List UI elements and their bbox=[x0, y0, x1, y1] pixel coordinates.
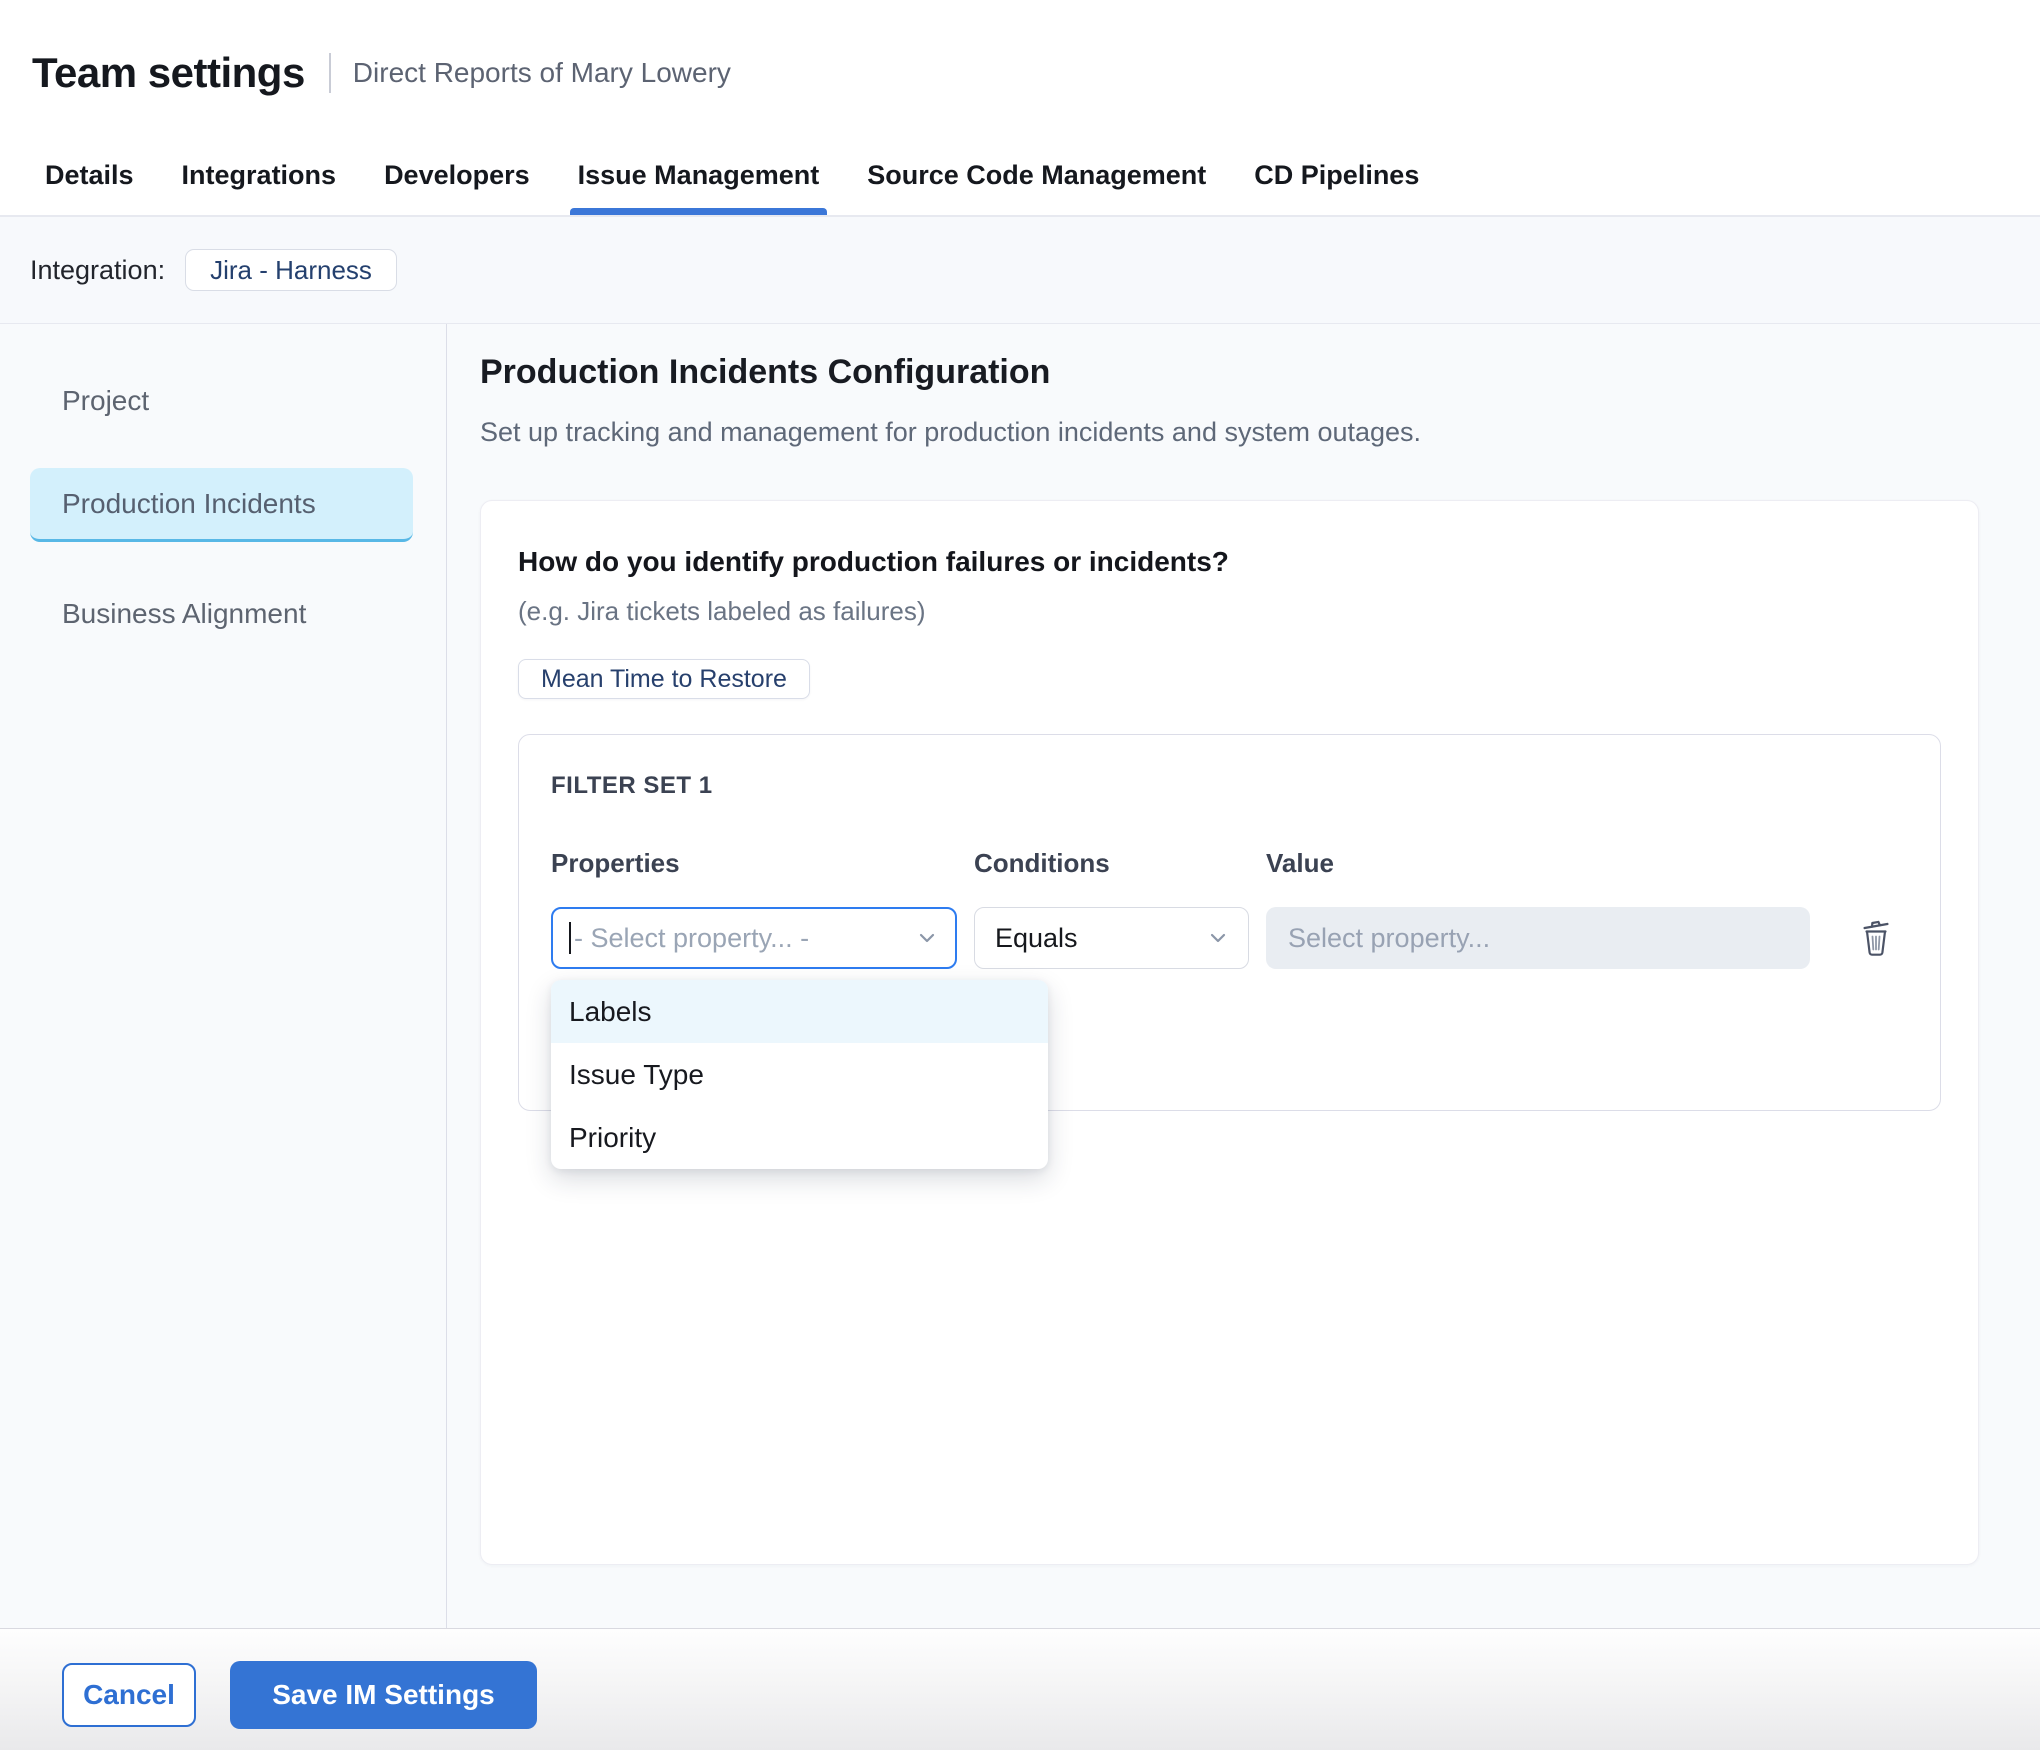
main-panel: Production Incidents Configuration Set u… bbox=[447, 324, 2040, 1628]
tab-developers[interactable]: Developers bbox=[384, 135, 530, 215]
filter-set-1: FILTER SET 1 Properties Conditions Value… bbox=[518, 734, 1941, 1111]
delete-filter-button[interactable] bbox=[1858, 917, 1894, 959]
property-dropdown: Labels Issue Type Priority bbox=[551, 980, 1048, 1169]
tab-integrations[interactable]: Integrations bbox=[182, 135, 337, 215]
tab-source-code-management[interactable]: Source Code Management bbox=[867, 135, 1206, 215]
condition-select[interactable]: Equals bbox=[974, 907, 1249, 969]
save-im-settings-button[interactable]: Save IM Settings bbox=[230, 1661, 537, 1729]
tab-details[interactable]: Details bbox=[45, 135, 134, 215]
tab-cd-pipelines[interactable]: CD Pipelines bbox=[1254, 135, 1419, 215]
chevron-down-icon bbox=[1206, 926, 1230, 950]
chevron-down-icon bbox=[915, 926, 939, 950]
card-hint: (e.g. Jira tickets labeled as failures) bbox=[518, 595, 1941, 627]
integration-bar: Integration: Jira - Harness bbox=[0, 217, 2040, 324]
footer-action-bar: Cancel Save IM Settings bbox=[0, 1628, 2040, 1750]
dropdown-option-priority[interactable]: Priority bbox=[551, 1106, 1048, 1169]
integration-chip[interactable]: Jira - Harness bbox=[185, 249, 397, 291]
title-separator bbox=[329, 53, 331, 93]
filter-set-title: FILTER SET 1 bbox=[551, 771, 1908, 801]
content-area: Project Production Incidents Business Al… bbox=[0, 324, 2040, 1628]
sidebar-item-project[interactable]: Project bbox=[30, 365, 413, 437]
value-input[interactable] bbox=[1266, 907, 1810, 969]
settings-sidebar: Project Production Incidents Business Al… bbox=[0, 324, 447, 1628]
dropdown-option-issue-type[interactable]: Issue Type bbox=[551, 1043, 1048, 1106]
tab-issue-management[interactable]: Issue Management bbox=[578, 135, 820, 215]
section-title: Production Incidents Configuration bbox=[480, 350, 1979, 394]
incidents-config-card: How do you identify production failures … bbox=[480, 500, 1979, 1565]
page-header: Team settings Direct Reports of Mary Low… bbox=[0, 0, 2040, 135]
sidebar-item-business-alignment[interactable]: Business Alignment bbox=[30, 578, 413, 650]
card-question: How do you identify production failures … bbox=[518, 543, 1941, 581]
conditions-column-label: Conditions bbox=[974, 847, 1266, 879]
filter-column-headers: Properties Conditions Value bbox=[551, 847, 1908, 879]
page-subtitle: Direct Reports of Mary Lowery bbox=[353, 57, 731, 89]
property-select-placeholder: - Select property... - bbox=[574, 923, 915, 954]
value-column-label: Value bbox=[1266, 847, 1810, 879]
trash-icon bbox=[1858, 917, 1894, 959]
property-select[interactable]: - Select property... - bbox=[551, 907, 957, 969]
cancel-button[interactable]: Cancel bbox=[62, 1663, 196, 1727]
condition-select-value: Equals bbox=[995, 923, 1206, 954]
filter-row: - Select property... - Equals bbox=[551, 907, 1908, 969]
sidebar-item-production-incidents[interactable]: Production Incidents bbox=[30, 468, 413, 542]
page-title: Team settings bbox=[32, 49, 305, 97]
integration-label: Integration: bbox=[30, 255, 165, 286]
section-description: Set up tracking and management for produ… bbox=[480, 414, 1979, 450]
tab-bar: Details Integrations Developers Issue Ma… bbox=[0, 135, 2040, 217]
text-cursor bbox=[569, 922, 571, 954]
dropdown-option-labels[interactable]: Labels bbox=[551, 980, 1048, 1043]
properties-column-label: Properties bbox=[551, 847, 974, 879]
mean-time-to-restore-chip[interactable]: Mean Time to Restore bbox=[518, 659, 810, 699]
